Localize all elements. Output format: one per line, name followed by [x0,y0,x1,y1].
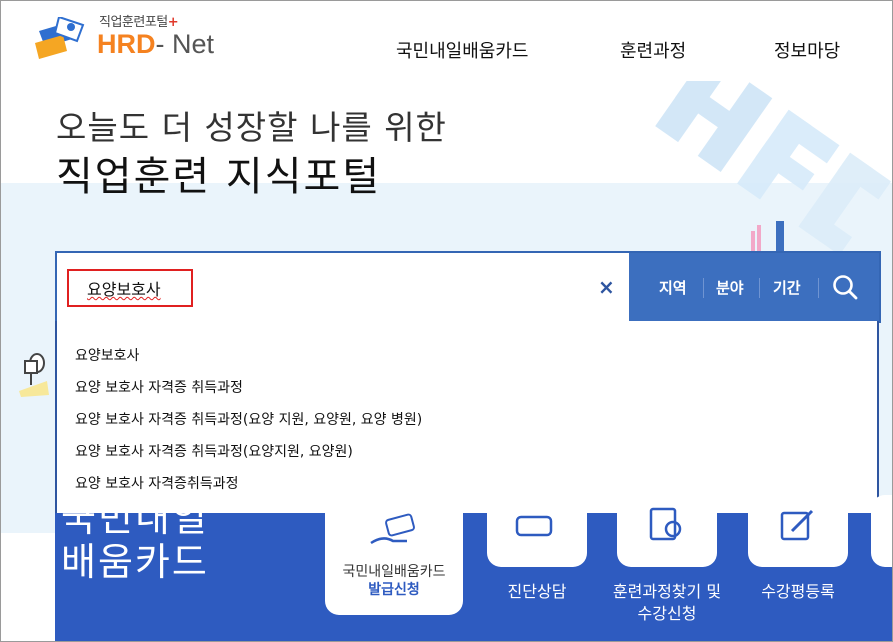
card-title-line1: 국민내일 [61,496,209,540]
card-section-title: 국민내일 배움카드 [61,496,209,584]
more-tile[interactable] [871,495,892,567]
clear-search-icon[interactable]: × [598,275,615,299]
suggestion-item[interactable]: 요양 보호사 자격증 취득과정 [75,377,243,397]
suggestion-item[interactable]: 요양 보호사 자격증 취득과정(요양지원, 요양원) [75,441,353,461]
search-bar: 요양보호사 × 지역 분야 기간 [55,251,881,323]
autocomplete-dropdown: 요양보호사 요양 보호사 자격증 취득과정 요양 보호사 자격증 취득과정(요양… [55,321,879,515]
suggestion-item[interactable]: 요양 보호사 자격증취득과정 [75,473,238,493]
filter-region[interactable]: 지역 [659,277,687,298]
course-search-label: 훈련과정찾기 및 수강신청 [597,581,737,625]
diagnosis-tile[interactable] [487,495,587,567]
nav-training-course[interactable]: 훈련과정 [620,37,686,63]
logo-wordmark: HRD- Net [97,29,215,59]
filter-divider [703,278,704,298]
hand-card-icon [370,513,415,545]
search-icon[interactable] [832,274,858,300]
chat-bubble-icon [515,515,553,537]
nav-national-card[interactable]: 국민내일배움카드 [396,37,528,63]
review-tile[interactable] [748,495,848,567]
suggestion-item[interactable]: 요양보호사 [75,345,139,365]
pencil-note-icon [780,509,814,541]
filter-divider [818,278,819,298]
card-issue-button[interactable]: 국민내일배움카드 발급신청 [325,495,463,615]
card-issue-action: 발급신청 [368,582,420,598]
megaphone-icon [19,353,49,397]
nav-info-plaza[interactable]: 정보마당 [774,37,840,63]
hero-subtitle: 오늘도 더 성장할 나를 위한 [56,108,447,147]
course-search-tile[interactable] [617,495,717,567]
logo-subtitle: 직업훈련포털+ [99,15,179,30]
course-search-label-line1: 훈련과정찾기 및 [612,582,722,601]
card-title-line2: 배움카드 [61,540,209,584]
search-filter-bar: 지역 분야 기간 [629,253,879,321]
search-query-highlight[interactable]: 요양보호사 [67,269,193,307]
filter-field[interactable]: 분야 [716,277,744,298]
logo-emblem-icon [35,17,85,59]
suggestion-item[interactable]: 요양 보호사 자격증 취득과정(요양 지원, 요양원, 요양 병원) [75,409,422,429]
card-issue-label: 국민내일배움카드 [342,564,446,580]
hero-title: 직업훈련 지식포털 [56,154,382,200]
hrd-net-logo[interactable]: 직업훈련포털+ HRD- Net [33,11,243,63]
search-input[interactable]: 요양보호사 × [57,253,627,321]
page-frame: 직업훈련포털+ HRD- Net 국민내일배움카드 훈련과정 정보마당 오늘도 … [0,0,893,642]
diagnosis-label: 진단상담 [507,582,567,601]
filter-divider [759,278,760,298]
filter-period[interactable]: 기간 [773,277,801,298]
document-search-icon [649,507,682,541]
review-label: 수강평등록 [761,582,835,601]
course-search-label-line2: 수강신청 [637,604,697,623]
